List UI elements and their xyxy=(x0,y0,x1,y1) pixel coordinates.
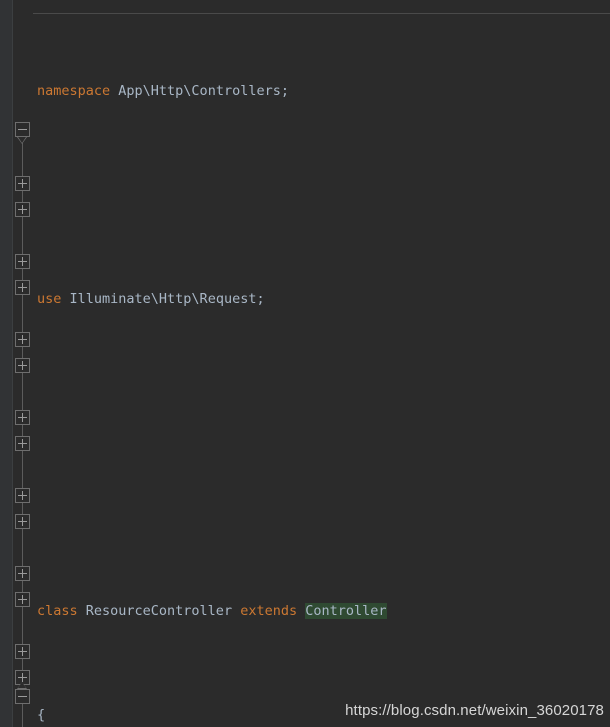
code-content[interactable]: namespace App\Http\Controllers; use Illu… xyxy=(33,0,610,727)
watermark-url: https://blog.csdn.net/weixin_36020178 xyxy=(345,702,604,719)
fold-toggle-body-create[interactable] xyxy=(15,280,30,295)
code-line-use[interactable]: use Illuminate\Http\Request; xyxy=(33,286,610,312)
namespace-path: App\Http\Controllers; xyxy=(110,83,289,99)
fold-gutter[interactable] xyxy=(13,0,33,727)
code-line-class-declaration[interactable]: class ResourceController extends Control… xyxy=(33,598,610,624)
fold-toggle-doc-show[interactable] xyxy=(15,410,30,425)
fold-toggle-body-update[interactable] xyxy=(15,592,30,607)
fold-toggle-doc-edit[interactable] xyxy=(15,488,30,503)
keyword-use: use xyxy=(37,291,62,307)
fold-toggle-doc-destroy[interactable] xyxy=(15,644,30,659)
use-path: Illuminate\Http\Request; xyxy=(61,291,265,307)
keyword-namespace: namespace xyxy=(37,83,111,99)
class-open-brace: { xyxy=(37,707,46,723)
keyword-extends: extends xyxy=(240,603,298,619)
fold-region-end-arrow xyxy=(17,682,27,689)
fold-toggle-doc-update[interactable] xyxy=(15,566,30,581)
fold-region-spine-tail xyxy=(22,704,23,727)
fold-toggle-body-show[interactable] xyxy=(15,436,30,451)
code-line-blank-3 xyxy=(33,494,610,520)
fold-toggle-class[interactable] xyxy=(15,122,30,137)
line-marker-gutter[interactable] xyxy=(0,0,13,727)
fold-toggle-body-index[interactable] xyxy=(15,202,30,217)
keyword-class: class xyxy=(37,603,78,619)
code-line-blank-2 xyxy=(33,390,610,416)
fold-toggle-body-store[interactable] xyxy=(15,358,30,373)
fold-toggle-doc-store[interactable] xyxy=(15,332,30,347)
code-editor[interactable]: namespace App\Http\Controllers; use Illu… xyxy=(0,0,610,727)
class-name: ResourceController xyxy=(77,603,241,619)
fold-toggle-doc-index[interactable] xyxy=(15,176,30,191)
code-line-namespace[interactable]: namespace App\Http\Controllers; xyxy=(33,78,610,104)
fold-toggle-doc-create[interactable] xyxy=(15,254,30,269)
code-line-blank-1 xyxy=(33,182,610,208)
fold-region-start-arrow xyxy=(17,137,27,144)
fold-toggle-class-end[interactable] xyxy=(15,689,30,704)
parent-class-name[interactable]: Controller xyxy=(305,603,387,619)
fold-toggle-body-edit[interactable] xyxy=(15,514,30,529)
